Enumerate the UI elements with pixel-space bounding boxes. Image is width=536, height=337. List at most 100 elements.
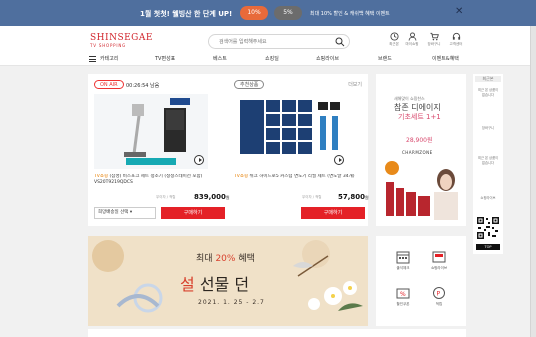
promo-price: 28,900원	[406, 137, 433, 144]
menu-icon[interactable]	[89, 56, 96, 62]
product-price: 57,800원	[338, 193, 369, 201]
customer-center-button[interactable]: 고객센터	[445, 32, 467, 47]
qr-code-icon[interactable]	[476, 216, 500, 240]
scroll-top-button[interactable]: TOP	[476, 244, 500, 250]
main-nav: 카테고리 TV편성표 베스트 쇼킹딜 쇼핑라이브 브랜드 이벤트&혜택	[0, 52, 536, 66]
logo-sub: TV SHOPPING	[90, 43, 127, 48]
price-note: 무이자 / 적립	[302, 195, 322, 199]
nav-brand[interactable]: 브랜드	[378, 55, 392, 62]
banner-title: 설 선물 던	[180, 271, 249, 295]
tv-shopping-tag: TV쇼핑	[94, 174, 109, 179]
quick-shopping-live[interactable]: 쇼핑라이브	[424, 250, 454, 271]
quick-label: 쇼핑라이브	[430, 266, 448, 270]
cart-button[interactable]: 장바구니	[423, 32, 445, 47]
more-link[interactable]: 더보기	[348, 81, 362, 88]
play-icon[interactable]	[194, 155, 204, 165]
quick-label: 적립	[435, 302, 443, 306]
clock-icon	[389, 32, 399, 41]
cosmetics-image	[382, 160, 462, 220]
banner-subtext: 최대 10% 할인 & 캐쉬백 혜택 이벤트	[310, 11, 390, 17]
banner-discount: 20%	[215, 254, 236, 264]
nav-shopping-live[interactable]: 쇼핑라이브	[316, 55, 339, 62]
onair-badge: ON AIR	[94, 80, 124, 89]
buy-button[interactable]: 구매하기	[161, 207, 225, 219]
rail-header[interactable]: 최근본	[475, 76, 501, 82]
rail-text[interactable]: 장바구니	[476, 126, 500, 131]
point-icon: P	[433, 287, 445, 299]
banner-headline: 최대 20% 혜택	[196, 251, 255, 264]
customer-center-label: 고객센터	[449, 42, 463, 46]
price-value: 57,800	[338, 193, 366, 201]
coupon-5-button[interactable]: 5%	[274, 6, 302, 20]
razor-image	[234, 94, 348, 169]
price-unit: 원	[225, 195, 230, 200]
product-title-text: (삼성) 비스포크 제트 청소기 (청정스테이션 포함) VS20T9219QD…	[94, 174, 203, 185]
rail-text: 최근 본 상품이 없습니다	[477, 88, 499, 97]
seollal-banner[interactable]: 최대 20% 혜택 설 선물 던 2021. 1. 25 - 2.7	[88, 236, 368, 326]
product-title-text: 쉬크 하이드로5 커스텀 면도기 리필 세트 (면도날 34개)	[249, 174, 355, 179]
onair-time: 00:26:54 남음	[126, 83, 160, 89]
banner-suffix: 혜택	[238, 254, 255, 264]
price-unit: 원	[365, 195, 369, 200]
price-value: 839,000	[194, 193, 226, 201]
search-box	[208, 34, 350, 49]
banner-title-rest: 선물 던	[199, 275, 250, 294]
cart-label: 장바구니	[427, 42, 441, 46]
my-shopping-label: 마이쇼핑	[405, 42, 419, 46]
coupon-icon: %	[396, 288, 410, 299]
right-rail: 최근본 최근 본 상품이 없습니다 장바구니 최근 본 상품이 없습니다 쇼핑라…	[473, 74, 503, 254]
search-icon[interactable]	[335, 37, 345, 47]
promo-brand: CHARMZONE	[402, 150, 433, 155]
quick-label: 출석체크	[396, 266, 410, 270]
top-promo-banner[interactable]: 1월 첫첫! 웰빙산 한 단계 UP! 10% 5% 최대 10% 할인 & 캐…	[0, 0, 536, 26]
select-label: 희망배송일 선택	[98, 210, 129, 215]
product-image-vacuum[interactable]	[94, 94, 208, 169]
nav-shocking-deal[interactable]: 쇼킹딜	[265, 55, 279, 62]
my-shopping-button[interactable]: 마이쇼핑	[401, 32, 423, 47]
product-title[interactable]: TV쇼핑 쉬크 하이드로5 커스텀 면도기 리필 세트 (면도날 34개)	[234, 174, 364, 192]
banner-title-accent: 설	[180, 275, 195, 294]
chevron-down-icon: ▾	[129, 210, 133, 215]
quick-coupon[interactable]: % 할인쿠폰	[388, 286, 418, 307]
quick-menu: 출석체크 쇼핑라이브 % 할인쿠폰 P 적립	[376, 236, 466, 326]
tv-shopping-tag: TV쇼핑	[234, 174, 249, 179]
coupon-10-button[interactable]: 10%	[240, 6, 268, 20]
delivery-date-select[interactable]: 희망배송일 선택 ▾	[94, 207, 156, 219]
nav-event[interactable]: 이벤트&혜택	[432, 55, 459, 62]
banner-date: 2021. 1. 25 - 2.7	[198, 299, 265, 306]
buy-button[interactable]: 구매하기	[301, 207, 365, 219]
svg-text:P: P	[437, 291, 441, 298]
calendar-icon	[396, 251, 410, 264]
nav-tv-schedule[interactable]: TV편성표	[155, 55, 175, 62]
search-input[interactable]	[209, 35, 327, 48]
rail-text[interactable]: 쇼핑라이브	[476, 196, 500, 201]
nav-category[interactable]: 카테고리	[100, 55, 118, 62]
product-title[interactable]: TV쇼핑 (삼성) 비스포크 제트 청소기 (청정스테이션 포함) VS20T9…	[94, 174, 224, 192]
recommend-badge: 추천상품	[234, 80, 265, 89]
headset-icon	[452, 32, 460, 40]
live-icon	[432, 251, 446, 263]
rail-text: 최근 본 상품이 없습니다	[477, 156, 499, 165]
banner-text: 1월 첫첫! 웰빙산 한 단계 UP!	[140, 10, 233, 18]
onair-panel: ON AIR 00:26:54 남음 추천상품 더보기 TV쇼핑 (삼성) 비스…	[88, 74, 369, 226]
product-price: 839,000원	[194, 193, 230, 201]
logo-main: SHINSEGAE	[90, 33, 153, 43]
quick-attendance[interactable]: 출석체크	[388, 250, 418, 271]
quick-point[interactable]: P 적립	[424, 286, 454, 307]
promo-card[interactable]: 새해맞이 쇼핑찬스 참존 디에이지 기초세트 1+1 28,900원 CHARM…	[376, 74, 466, 226]
cart-icon	[429, 32, 439, 41]
vacuum-image	[94, 94, 208, 169]
user-icon	[408, 32, 416, 41]
quick-label: 할인쿠폰	[396, 302, 410, 306]
product-image-razor[interactable]	[234, 94, 348, 169]
close-icon[interactable]: ✕	[455, 6, 463, 17]
svg-text:%: %	[400, 291, 406, 298]
nav-best[interactable]: 베스트	[213, 55, 227, 62]
promo-title-accent: 기초세트 1+1	[398, 113, 441, 121]
logo[interactable]: SHINSEGAE TV SHOPPING	[90, 34, 153, 48]
price-note: 무이자 / 적립	[156, 195, 176, 199]
play-icon[interactable]	[334, 155, 344, 165]
banner-prefix: 최대	[196, 254, 213, 264]
scrollbar[interactable]	[530, 26, 536, 337]
content-strip	[88, 329, 466, 337]
